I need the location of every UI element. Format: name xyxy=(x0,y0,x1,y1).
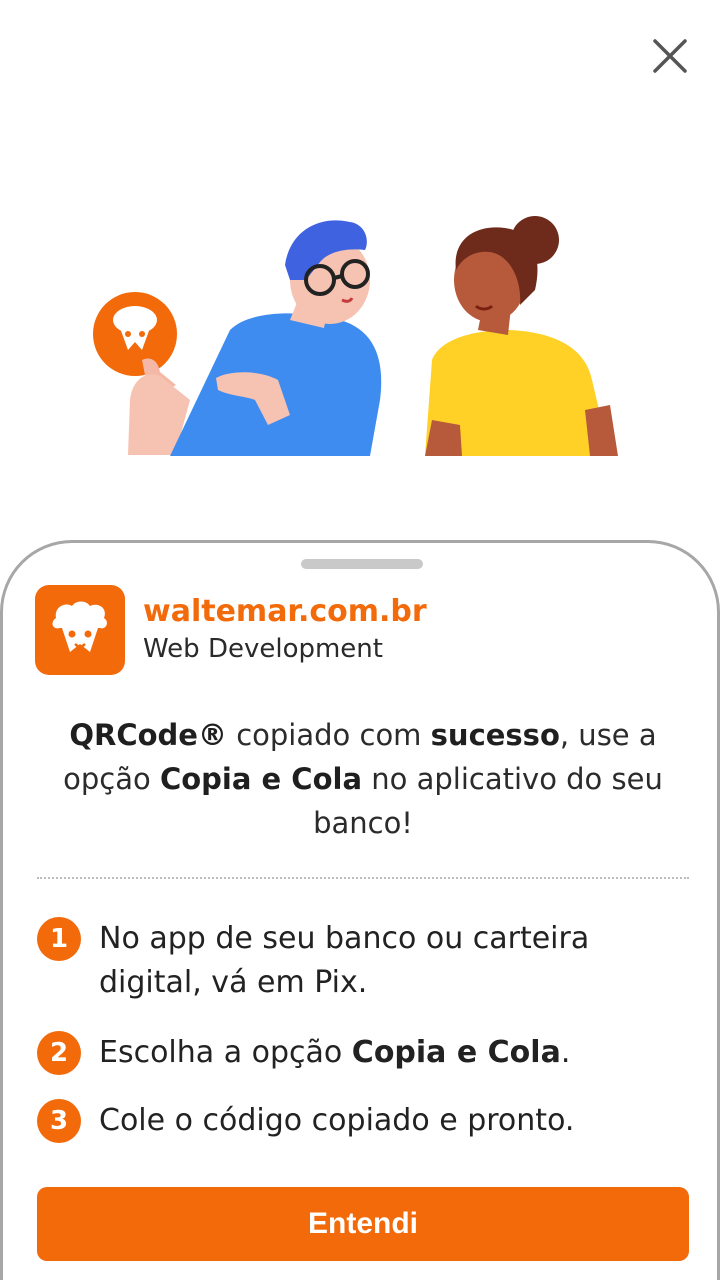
step-text-part: Escolha a opção xyxy=(99,1035,352,1070)
step-text-bold: Copia e Cola xyxy=(351,1035,561,1070)
message-bold-copy-paste: Copia e Cola xyxy=(159,762,363,796)
merchant-subtitle: Web Development xyxy=(143,634,383,664)
divider xyxy=(37,877,689,879)
bottom-sheet: waltemar.com.br Web Development QRCode® … xyxy=(0,540,720,1280)
step-2: 2 Escolha a opção Copia e Cola. xyxy=(37,1031,679,1075)
step-text-part: . xyxy=(560,1035,571,1070)
merchant-header: waltemar.com.br Web Development xyxy=(35,585,427,675)
merchant-name: waltemar.com.br xyxy=(143,594,427,629)
close-icon xyxy=(653,39,687,73)
message-bold-qrcode: QRCode® xyxy=(69,718,227,752)
success-message: QRCode® copiado com sucesso, use a opção… xyxy=(33,713,693,845)
step-number-badge: 2 xyxy=(37,1031,81,1075)
people-illustration xyxy=(93,216,618,456)
step-1: 1 No app de seu banco ou carteira digita… xyxy=(37,917,679,1005)
close-button[interactable] xyxy=(648,34,692,78)
coin-sheep-icon xyxy=(93,292,177,376)
step-text: No app de seu banco ou carteira digital,… xyxy=(99,921,590,1000)
message-text: copiado com xyxy=(226,718,431,752)
drag-handle[interactable] xyxy=(301,559,423,569)
step-text: Escolha a opção Copia e Cola. xyxy=(99,1031,679,1075)
pix-copied-screen: waltemar.com.br Web Development QRCode® … xyxy=(0,0,720,1280)
step-number-badge: 1 xyxy=(37,917,81,961)
sheep-logo-icon xyxy=(35,585,125,675)
step-text: Cole o código copiado e pronto. xyxy=(99,1103,575,1138)
understood-button[interactable]: Entendi xyxy=(37,1187,689,1261)
step-3: 3 Cole o código copiado e pronto. xyxy=(37,1099,679,1143)
step-number-badge: 3 xyxy=(37,1099,81,1143)
message-text: no aplicativo do seu banco! xyxy=(313,762,663,840)
message-bold-success: sucesso xyxy=(430,718,560,752)
